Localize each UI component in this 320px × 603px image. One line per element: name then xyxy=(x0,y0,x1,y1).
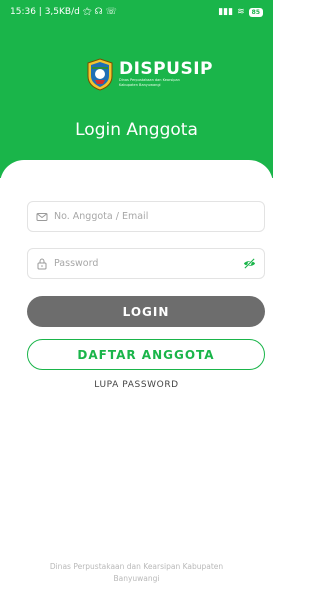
eye-off-icon[interactable] xyxy=(243,257,256,270)
signal-icon: ▮▮▮ xyxy=(218,7,234,17)
password-input[interactable] xyxy=(54,258,239,269)
register-button[interactable]: DAFTAR ANGGOTA xyxy=(27,339,265,370)
brand-subtitle-line2: Kabupaten Banyuwangi xyxy=(119,83,161,87)
brand-logo: DISPUSIP Dinas Perpustakaan dan Kearsipa… xyxy=(86,56,213,92)
forgot-password-link[interactable]: LUPA PASSWORD xyxy=(0,380,273,390)
wifi-icon: ≋ xyxy=(237,7,245,17)
login-button[interactable]: LOGIN xyxy=(27,296,265,327)
footer-line1: Dinas Perpustakaan dan Kearsipan Kabupat… xyxy=(49,562,224,571)
status-bar: 15:36 | 3,5KB/d ⚝ ☊ ☏ ▮▮▮ ≋ 85 xyxy=(0,0,273,24)
email-field[interactable] xyxy=(27,201,265,232)
footer-line2: Banyuwangi xyxy=(113,574,160,583)
lock-icon xyxy=(37,257,47,269)
status-time: 15:36 | 3,5KB/d xyxy=(10,7,80,17)
header-background: 15:36 | 3,5KB/d ⚝ ☊ ☏ ▮▮▮ ≋ 85 DISPUSIP … xyxy=(0,0,273,178)
headphones-icon: ☊ xyxy=(94,7,103,17)
brand-name: DISPUSIP xyxy=(119,59,213,79)
notification-icon: ⚝ xyxy=(82,7,92,17)
footer-text: Dinas Perpustakaan dan Kearsipan Kabupat… xyxy=(30,561,243,585)
email-input[interactable] xyxy=(54,211,256,222)
emblem-icon xyxy=(87,57,113,91)
whatsapp-icon: ☏ xyxy=(105,7,117,17)
battery-icon: 85 xyxy=(248,7,263,17)
password-field[interactable] xyxy=(27,248,265,279)
mail-icon xyxy=(36,212,48,221)
page-title: Login Anggota xyxy=(75,120,198,140)
